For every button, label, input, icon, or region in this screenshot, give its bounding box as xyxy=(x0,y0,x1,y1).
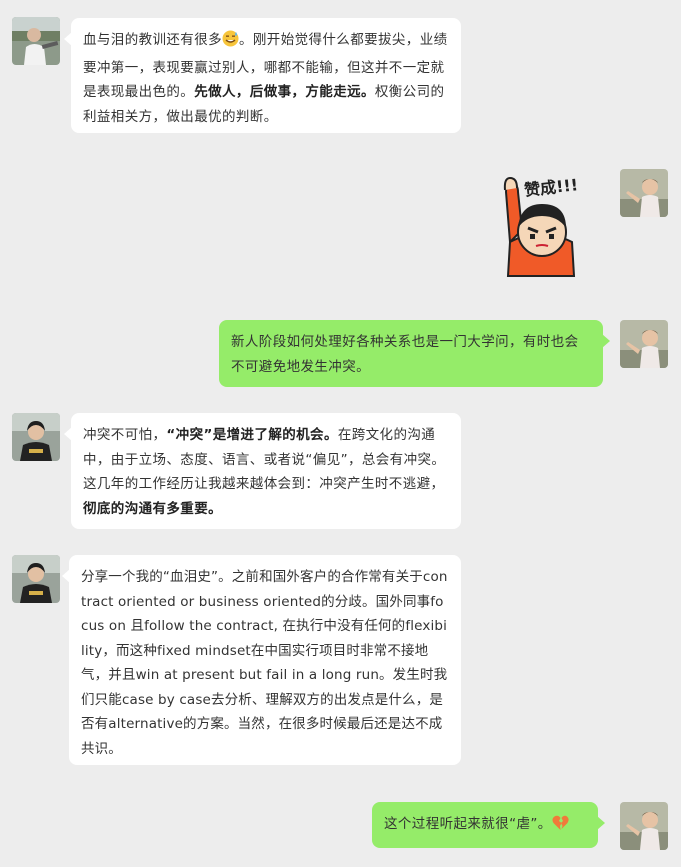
message-bubble-3[interactable]: 新人阶段如何处理好各种关系也是一门大学问，有时也会不可避免地发生冲突。 xyxy=(219,320,610,387)
person-child-avatar-icon xyxy=(620,320,668,368)
person-hoodie-avatar-icon xyxy=(12,413,60,461)
person-outdoor-avatar-icon xyxy=(12,17,60,65)
avatar[interactable] xyxy=(620,802,668,850)
message-bubble-5[interactable]: 分享一个我的“血泪史”。之前和国外客户的合作常有关于contract orien… xyxy=(62,555,461,765)
message-text: 这个过程听起来就很“虐”。 xyxy=(384,816,552,832)
message-bold-text: 先做人，后做事，方能走远。 xyxy=(194,84,375,100)
message-bubble-6[interactable]: 这个过程听起来就很“虐”。 xyxy=(372,802,605,848)
person-hoodie-avatar-icon xyxy=(12,555,60,603)
avatar[interactable] xyxy=(12,413,60,461)
avatar[interactable] xyxy=(620,169,668,217)
message-bold-text: 彻底的沟通有多重要。 xyxy=(83,500,222,517)
message-bold-text: “冲突”是增进了解的机会。 xyxy=(166,427,338,443)
sweat-smile-emoji-icon xyxy=(222,30,239,56)
avatar[interactable] xyxy=(620,320,668,368)
person-child-avatar-icon xyxy=(620,169,668,217)
message-text: 血与泪的教训还有很多 xyxy=(83,32,222,48)
person-child-avatar-icon xyxy=(620,802,668,850)
sticker[interactable]: 赞成!!! xyxy=(500,170,590,280)
avatar[interactable] xyxy=(12,17,60,65)
broken-heart-emoji-icon xyxy=(552,815,569,840)
avatar[interactable] xyxy=(12,555,60,603)
message-text: 新人阶段如何处理好各种关系也是一门大学问，有时也会不可避免地发生冲突。 xyxy=(231,334,579,375)
message-text: 冲突不可怕， xyxy=(83,427,167,443)
message-bubble-1[interactable]: 血与泪的教训还有很多 。刚开始觉得什么都要拔尖，业绩要冲第一，表现要赢过别人，哪都… xyxy=(64,18,461,133)
message-bubble-4[interactable]: 冲突不可怕，“冲突”是增进了解的机会。在跨文化的沟通中，由于立场、态度、语言、或… xyxy=(64,413,461,529)
message-text: 分享一个我的“血泪史”。之前和国外客户的合作常有关于contract orien… xyxy=(81,569,448,757)
